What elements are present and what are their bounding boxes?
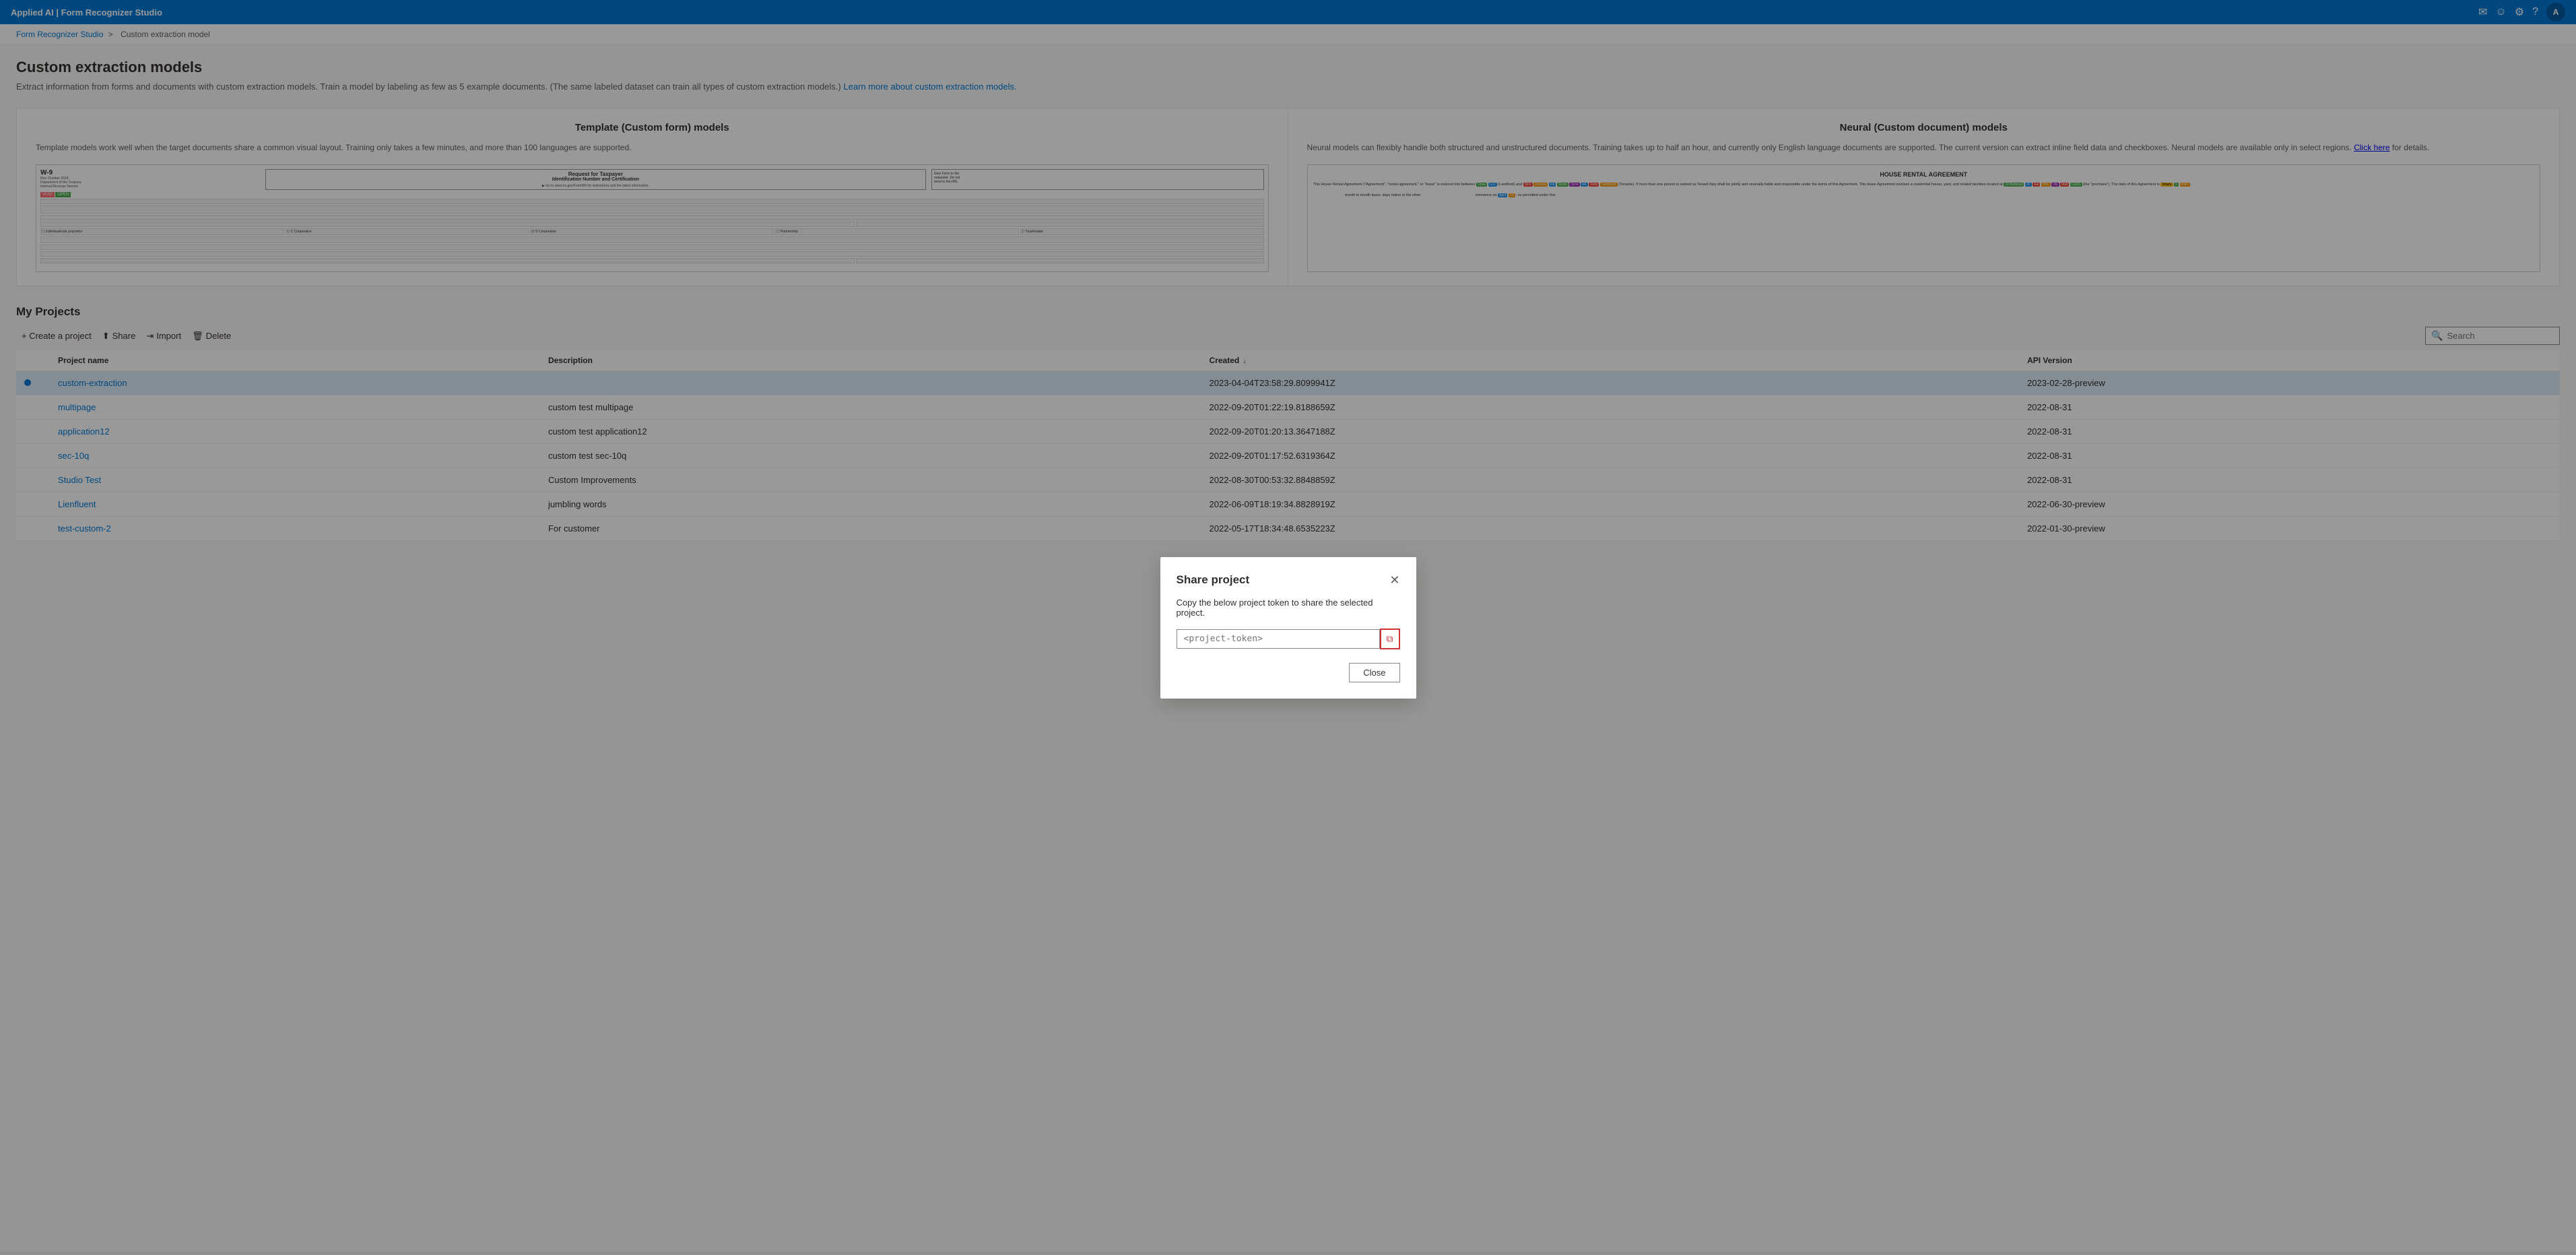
modal-close-button[interactable]: ✕ xyxy=(1389,574,1399,586)
modal-title: Share project xyxy=(1177,573,1250,587)
modal-close-action-button[interactable]: Close xyxy=(1349,663,1399,682)
modal-overlay[interactable]: Share project ✕ Copy the below project t… xyxy=(0,0,2576,1255)
share-project-modal: Share project ✕ Copy the below project t… xyxy=(1160,557,1416,699)
modal-footer: Close xyxy=(1177,663,1400,682)
token-row: ⧉ xyxy=(1177,629,1400,649)
project-token-input[interactable] xyxy=(1177,629,1380,649)
modal-body: Copy the below project token to share th… xyxy=(1177,598,1400,618)
copy-token-button[interactable]: ⧉ xyxy=(1380,629,1400,649)
copy-icon: ⧉ xyxy=(1387,633,1393,645)
modal-header: Share project ✕ xyxy=(1177,573,1400,587)
